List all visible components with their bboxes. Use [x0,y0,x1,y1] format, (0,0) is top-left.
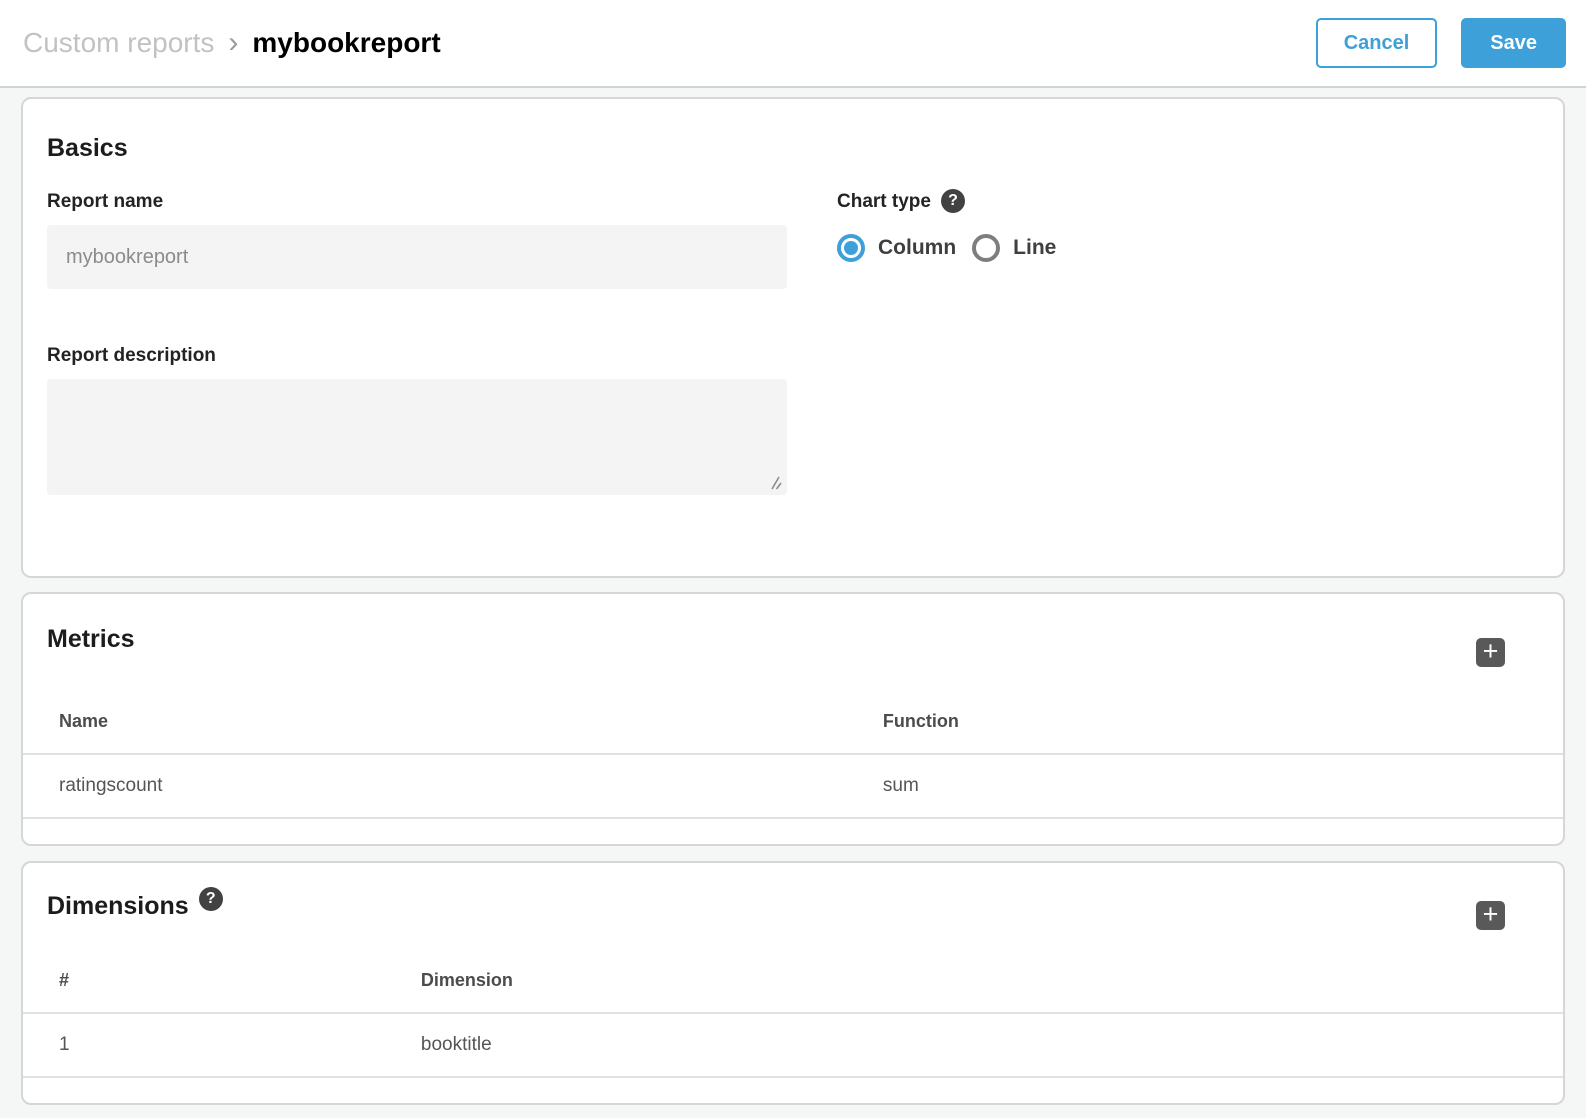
report-editor: Basics Report name Report description [0,88,1586,1105]
chart-type-line-label: Line [1013,236,1056,260]
dimensions-title: Dimensions [47,891,189,921]
dimension-name-cell: booktitle [385,1013,1563,1077]
plus-icon: + [1483,638,1499,665]
metrics-title: Metrics [47,624,1539,654]
header-actions: Cancel Save [1316,18,1566,68]
report-name-label: Report name [47,191,787,213]
metrics-column-function: Function [847,690,1563,754]
resize-handle-icon[interactable] [767,475,782,490]
plus-icon: + [1483,901,1499,928]
breadcrumb: Custom reports › mybookreport [23,26,441,60]
dimension-index-cell: 1 [23,1013,385,1077]
dimensions-table-header: # Dimension [23,949,1563,1013]
radio-unselected-icon [972,234,1000,262]
metrics-column-name: Name [23,690,847,754]
dimensions-column-index: # [23,949,385,1013]
chart-type-help-icon[interactable]: ? [941,189,965,213]
metrics-section: Metrics + Name Function ratingscount sum [21,592,1565,846]
metric-function-cell: sum [847,754,1563,818]
report-description-label: Report description [47,345,787,367]
dimensions-help-icon[interactable]: ? [199,887,223,911]
metric-row[interactable]: ratingscount sum [23,754,1563,818]
add-metric-button[interactable]: + [1476,638,1505,667]
dimensions-section: Dimensions ? + # Dimension 1 booktitle [21,861,1565,1105]
chart-type-column-radio[interactable]: Column [837,234,956,262]
metrics-table: Name Function ratingscount sum [23,690,1563,819]
metric-name-cell: ratingscount [23,754,847,818]
top-bar: Custom reports › mybookreport Cancel Sav… [0,0,1586,88]
dimensions-table: # Dimension 1 booktitle [23,949,1563,1078]
dimensions-column-dimension: Dimension [385,949,1563,1013]
chart-type-line-radio[interactable]: Line [972,234,1056,262]
report-name-input[interactable] [47,225,787,289]
chart-type-options: Column Line [837,234,1539,262]
chevron-right-icon: › [228,26,238,60]
report-description-input[interactable] [47,379,787,495]
basics-title: Basics [47,133,1539,163]
radio-selected-icon [837,234,865,262]
cancel-button[interactable]: Cancel [1316,18,1438,68]
breadcrumb-current-report: mybookreport [252,27,440,59]
add-dimension-button[interactable]: + [1476,901,1505,930]
dimension-row[interactable]: 1 booktitle [23,1013,1563,1077]
chart-type-label: Chart type [837,191,931,213]
basics-section: Basics Report name Report description [21,97,1565,578]
report-name-field: Report name [47,191,787,289]
metrics-table-header: Name Function [23,690,1563,754]
chart-type-column-label: Column [878,236,956,260]
save-button[interactable]: Save [1461,18,1566,68]
breadcrumb-custom-reports-link[interactable]: Custom reports [23,27,214,59]
report-description-field: Report description [47,345,787,495]
